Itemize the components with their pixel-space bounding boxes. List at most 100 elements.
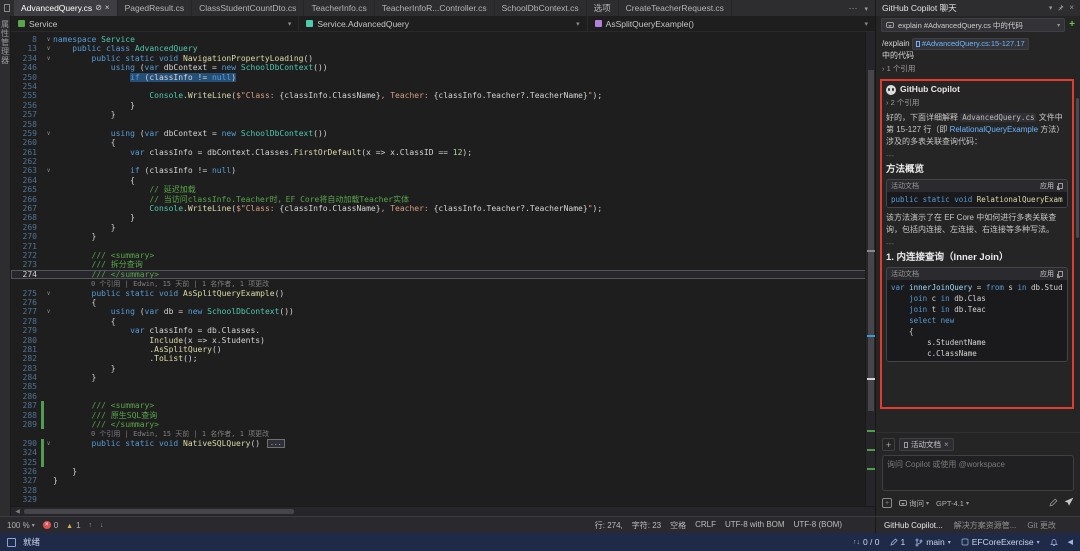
code-editor[interactable]: 8∨namespace Service13∨ public class Adva… [11,32,875,506]
chat-input[interactable]: 询问 Copilot 或使用 @workspace [882,455,1074,491]
tab-close-icon[interactable]: × [105,4,110,12]
tab-overflow-icon[interactable]: ⋯ [848,3,857,14]
pending-edits-indicator[interactable]: 1 [890,537,906,547]
editor-tab[interactable]: TeacherInfo.cs [304,0,374,16]
property-manager-vertical-tab[interactable]: 属性管理器 [0,20,11,516]
git-repo-indicator[interactable]: EFCoreExercise ▾ [961,537,1040,547]
tab-pin-icon[interactable]: ⊘ [95,4,102,12]
editor-tab[interactable]: 选项 [587,0,619,16]
fold-margin [44,420,53,429]
tab-solution-explorer[interactable]: 解决方案资源管... [954,520,1017,531]
tab-github-copilot[interactable]: GitHub Copilot... [884,521,943,530]
line-number: 274 [11,270,41,279]
model-dropdown[interactable]: GPT-4.1 [936,499,969,508]
editor-tab[interactable]: AdvancedQuery.cs⊘× [14,0,118,16]
active-document-chip[interactable]: 活动文档 × [899,438,954,451]
copy-icon[interactable] [1058,271,1063,277]
encoding-indicator[interactable]: UTF-8 with BOM [725,520,785,531]
editor-tab[interactable]: TeacherInfoR...Controller.cs [375,0,495,16]
next-issue-icon[interactable]: ↓ [100,522,104,529]
codelens-text[interactable]: 0 个引用 | Edwin, 15 天前 | 1 名作者, 1 项更改 [53,280,269,288]
remove-chip-icon[interactable]: × [944,440,949,449]
file-reference-chip[interactable]: #AdvancedQuery.cs:15-127.17 [912,38,1029,50]
fold-toggle-icon[interactable]: ∨ [44,166,53,175]
copy-icon[interactable] [1058,183,1063,189]
add-context-button[interactable]: + [882,438,895,451]
codelens-row: 0 个引用 | Edwin, 15 天前 | 1 名作者, 1 项更改 [11,429,875,438]
copilot-panel-header: GitHub Copilot 聊天 × [875,0,1080,16]
error-indicator[interactable]: × 0 [43,521,58,530]
symbol-link[interactable]: RelationalQueryExample [950,125,1039,134]
fold-margin [44,185,53,194]
line-number: 326 [11,467,41,476]
fold-toggle-icon[interactable]: ∨ [44,439,53,448]
line-number: 279 [11,326,41,335]
line-number: 273 [11,260,41,269]
change-mark [867,468,875,470]
panel-pin-icon[interactable] [1057,4,1064,13]
breadcrumb-member-dropdown[interactable]: AsSplitQueryExample() ▾ [588,16,875,31]
eol-indicator[interactable]: CRLF [695,520,716,531]
code-line: select new [891,315,1063,326]
column-indicator[interactable]: 字符: 23 [632,520,661,531]
collapse-chevron-icon[interactable]: ◀ [1068,538,1073,546]
fold-toggle-icon[interactable]: ∨ [44,44,53,53]
code-line: 329 [11,495,875,504]
line-number: 262 [11,157,41,166]
notifications-bell-icon[interactable] [1050,538,1058,547]
apply-button[interactable]: 应用 [1040,181,1054,192]
git-branch-indicator[interactable]: main ▾ [915,537,950,547]
scrollbar-thumb[interactable] [868,70,874,411]
line-number [11,429,41,438]
scroll-left-icon[interactable]: ◀ [13,508,22,515]
editor-tab[interactable]: SchoolDbContext.cs [495,0,587,16]
fold-toggle-icon[interactable]: ∨ [44,35,53,44]
tab-git-changes[interactable]: Git 更改 [1027,520,1055,531]
context-grid-icon[interactable]: + [882,498,892,508]
breadcrumb-type-dropdown[interactable]: Service.AdvancedQuery ▾ [299,16,587,31]
chat-scrollbar[interactable] [1076,98,1079,238]
code-lines: 8∨namespace Service13∨ public class Adva… [11,35,875,505]
code-line: 285 [11,382,875,391]
fold-margin [44,204,53,213]
dictate-icon[interactable] [1049,498,1058,509]
fold-toggle-icon[interactable]: ∨ [44,54,53,63]
apply-button[interactable]: 应用 [1040,269,1054,280]
fold-toggle-icon[interactable]: ∨ [44,289,53,298]
fold-toggle-icon[interactable]: ∨ [44,307,53,316]
encoding-indicator-2[interactable]: UTF-8 (BOM) [794,520,842,531]
panel-position-chevron-icon[interactable] [1049,4,1053,13]
caret-mark [867,378,875,380]
line-indicator[interactable]: 行: 274, [595,520,623,531]
code-line: 328 [11,486,875,495]
editor-tab[interactable]: ClassStudentCountDto.cs [192,0,304,16]
fold-toggle-icon[interactable]: ∨ [44,129,53,138]
fold-margin [44,298,53,307]
indent-indicator[interactable]: 空格 [670,520,686,531]
change-mark [867,430,875,432]
codelens-row: 0 个引用 | Edwin, 15 天前 | 1 名作者, 1 项更改 [11,279,875,288]
new-chat-icon[interactable]: + [1069,20,1075,30]
zoom-selector[interactable]: 100 % [7,521,35,530]
collapsed-region-box[interactable]: ... [267,439,285,448]
send-icon[interactable] [1064,497,1074,509]
panel-close-icon[interactable]: × [1069,4,1074,12]
editor-tab[interactable]: CreateTeacherRequest.cs [619,0,732,16]
prev-issue-icon[interactable]: ↑ [89,522,93,529]
background-tasks-icon[interactable] [7,538,16,547]
fold-margin [44,120,53,129]
breadcrumb-project-dropdown[interactable]: Service ▾ [11,16,299,31]
git-sync-indicator[interactable]: ↑↓ 0 / 0 [853,537,880,547]
editor-tab[interactable]: PagedResult.cs [118,0,193,16]
chat-history-dropdown[interactable]: explain #AdvancedQuery.cs 中的代码 ▾ [881,18,1065,32]
references-toggle[interactable]: 1 个引用 [882,63,1074,74]
scrollbar-thumb[interactable] [24,509,294,514]
assistant-intro: 好的，下面详细解释 AdvancedQuery.cs 文件中第 15-127 行… [886,112,1068,148]
editor-horizontal-scrollbar[interactable]: ◀ [11,506,875,516]
tab-list-chevron-icon[interactable] [864,3,868,13]
references-toggle[interactable]: 2 个引用 [886,97,1068,108]
mode-dropdown[interactable]: 询问 [899,498,929,509]
editor-vertical-scrollbar[interactable] [865,32,875,506]
codelens-text[interactable]: 0 个引用 | Edwin, 15 天前 | 1 名作者, 1 项更改 [53,430,269,438]
warning-indicator[interactable]: 1 [66,521,80,530]
